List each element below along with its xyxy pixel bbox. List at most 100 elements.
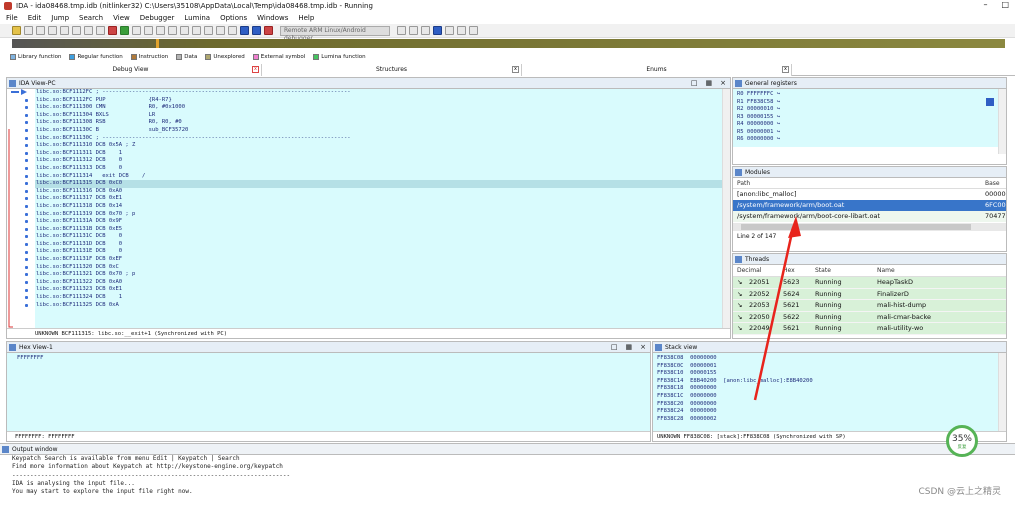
register-row[interactable]: R1 FF838C58 ↪ bbox=[737, 99, 998, 107]
menu-jump[interactable]: Jump bbox=[51, 14, 69, 22]
float-icon[interactable]: ▦ bbox=[706, 79, 713, 87]
disasm-line[interactable]: libc.so:BCF111300 CMN R0, #0x1000 bbox=[35, 104, 722, 112]
thread-row[interactable]: ↘ 22053 5621 Running mali-hist-dump bbox=[733, 300, 1006, 312]
module-row-selected[interactable]: /system/framework/arm/boot.oat 6FC00 bbox=[733, 200, 1006, 211]
disasm-line[interactable]: libc.so:BCF11131D DCB 0 bbox=[35, 241, 722, 249]
disasm-line[interactable]: libc.so:BCF11131E DCB 0 bbox=[35, 248, 722, 256]
breakpoint-dot-icon[interactable] bbox=[25, 281, 28, 284]
pause-icon[interactable] bbox=[252, 26, 261, 35]
register-row[interactable]: R0 FFFFFFFC ↪ bbox=[737, 91, 998, 99]
disasm-line[interactable]: libc.so:BCF111325 DCB 0xA bbox=[35, 302, 722, 310]
disasm-line[interactable]: libc.so:BCF1112FC PUP {R4-R7} bbox=[35, 97, 722, 105]
breakpoint-dot-icon[interactable] bbox=[25, 144, 28, 148]
disasm-line[interactable]: libc.so:BCF111320 DCB 0xC bbox=[35, 264, 722, 272]
hex-dump[interactable]: FFFFFFFF bbox=[7, 353, 650, 431]
module-row[interactable]: [anon:libc_malloc] 00000 bbox=[733, 189, 1006, 200]
forward-icon[interactable] bbox=[48, 26, 57, 35]
breakpoint-dot-icon[interactable] bbox=[25, 296, 28, 300]
disasm-line[interactable]: libc.so:BCF111323 DCB 0xE1 bbox=[35, 286, 722, 294]
breakpoint-dot-icon[interactable] bbox=[25, 303, 28, 307]
menu-windows[interactable]: Windows bbox=[257, 14, 288, 22]
menu-search[interactable]: Search bbox=[79, 14, 103, 22]
minimize-icon[interactable]: – bbox=[983, 0, 987, 9]
close-icon[interactable]: x bbox=[252, 66, 259, 73]
close-icon[interactable]: x bbox=[512, 66, 519, 73]
output-log[interactable]: Keypatch Search is available from menu E… bbox=[0, 455, 1015, 496]
menu-edit[interactable]: Edit bbox=[28, 14, 42, 22]
disasm-line[interactable]: libc.so:BCF1112FC ; --------------------… bbox=[35, 89, 722, 97]
breakpoint-dot-icon[interactable] bbox=[25, 258, 28, 262]
breakpoint-dot-icon[interactable] bbox=[25, 212, 28, 216]
register-row[interactable]: R5 00000001 ↪ bbox=[737, 129, 998, 137]
step-into-icon[interactable] bbox=[409, 26, 418, 35]
plugin-icon[interactable] bbox=[216, 26, 225, 35]
disasm-line[interactable]: libc.so:BCF111316 DCB 0xA0 bbox=[35, 188, 722, 196]
menu-view[interactable]: View bbox=[113, 14, 130, 22]
array-icon[interactable] bbox=[168, 26, 177, 35]
breakpoint-dot-icon[interactable] bbox=[25, 250, 28, 254]
breakpoint-dot-icon[interactable] bbox=[25, 136, 28, 140]
breakpoint-dot-icon[interactable] bbox=[25, 182, 28, 186]
disasm-line[interactable]: libc.so:BCF111313 DCB 0 bbox=[35, 165, 722, 173]
stack-listing[interactable]: FF838C08 00000000 FF838C0C 00000001 FF83… bbox=[653, 353, 998, 431]
restore-icon[interactable]: □ bbox=[691, 79, 698, 87]
restore-icon[interactable]: □ bbox=[1001, 0, 1009, 9]
disasm-line[interactable]: libc.so:BCF111322 DCB 0xA0 bbox=[35, 279, 722, 287]
breakpoint-dot-icon[interactable] bbox=[25, 129, 28, 132]
restore-icon[interactable]: □ bbox=[611, 343, 618, 351]
menu-help[interactable]: Help bbox=[298, 14, 314, 22]
code-icon[interactable] bbox=[132, 26, 141, 35]
breakpoint-dot-icon[interactable] bbox=[25, 227, 28, 231]
name-icon[interactable] bbox=[192, 26, 201, 35]
register-row[interactable]: R2 00000010 ↪ bbox=[737, 106, 998, 114]
breakpoint-dot-icon[interactable] bbox=[25, 151, 28, 155]
breakpoint-dot-icon[interactable] bbox=[25, 174, 28, 178]
close-icon[interactable]: × bbox=[720, 79, 726, 87]
breakpoint-dot-icon[interactable] bbox=[25, 167, 28, 170]
settings-icon[interactable] bbox=[228, 26, 237, 35]
disasm-line[interactable]: libc.so:BCF111308 RSB R0, R0, #0 bbox=[35, 119, 722, 127]
registers-scrollbar[interactable] bbox=[998, 89, 1006, 154]
scroll-thumb[interactable] bbox=[741, 224, 971, 230]
column-name[interactable]: Name bbox=[877, 265, 895, 276]
disasm-line[interactable]: libc.so:BCF111318 DCB 0x14 bbox=[35, 203, 722, 211]
modules-hscrollbar[interactable] bbox=[733, 223, 1006, 231]
back-icon[interactable] bbox=[36, 26, 45, 35]
save-icon[interactable] bbox=[24, 26, 33, 35]
jump-icon[interactable] bbox=[60, 26, 69, 35]
run-icon[interactable] bbox=[120, 26, 129, 35]
thread-row[interactable]: ↘ 22049 5621 Running mali-utility-wo bbox=[733, 323, 1006, 335]
breakpoint-dot-icon[interactable] bbox=[25, 288, 28, 292]
tab-enums[interactable]: Enums x bbox=[522, 64, 792, 76]
register-row[interactable]: R3 00000155 ↪ bbox=[737, 114, 998, 122]
undefine-icon[interactable] bbox=[180, 26, 189, 35]
disasm-line[interactable]: libc.so:BCF111310 DCB 0x5A ; Z bbox=[35, 142, 722, 150]
disasm-line[interactable]: libc.so:BCF11131A DCB 0x9F bbox=[35, 218, 722, 226]
column-hex[interactable]: Hex bbox=[783, 265, 815, 276]
disasm-line[interactable]: libc.so:BCF111304 BXLS LR bbox=[35, 112, 722, 120]
open-icon[interactable] bbox=[12, 26, 21, 35]
navigation-band[interactable] bbox=[12, 39, 1005, 48]
menu-lumina[interactable]: Lumina bbox=[184, 14, 210, 22]
step-over-icon[interactable] bbox=[421, 26, 430, 35]
disasm-line[interactable]: libc.so:BCF111315 DCB 0xC0 bbox=[35, 180, 722, 188]
close-icon[interactable]: × bbox=[640, 343, 646, 351]
close-icon[interactable]: x bbox=[782, 66, 789, 73]
breakpoint-dot-icon[interactable] bbox=[25, 98, 28, 102]
stop-icon[interactable] bbox=[264, 26, 273, 35]
flags-icon[interactable] bbox=[986, 98, 994, 106]
disasm-line[interactable]: libc.so:BCF111321 DCB 0x70 ; p bbox=[35, 271, 722, 279]
disasm-line[interactable]: libc.so:BCF111312 DCB 0 bbox=[35, 157, 722, 165]
tab-structures[interactable]: Structures x bbox=[262, 64, 522, 76]
breakpoint-dot-icon[interactable] bbox=[25, 205, 28, 208]
column-base[interactable]: Base bbox=[985, 178, 1000, 188]
disasm-line[interactable]: libc.so:BCF11131B DCB 0xE5 bbox=[35, 226, 722, 234]
breakpoint-dot-icon[interactable] bbox=[25, 265, 28, 269]
thread-row[interactable]: ↘ 22052 5624 Running FinalizerD bbox=[733, 288, 1006, 300]
register-row[interactable]: R6 00000000 ↪ bbox=[737, 136, 998, 144]
trace-icon[interactable] bbox=[469, 26, 478, 35]
menu-file[interactable]: File bbox=[6, 14, 18, 22]
disasm-line[interactable]: libc.so:BCF111319 DCB 0x70 ; p bbox=[35, 211, 722, 219]
disasm-line[interactable]: libc.so:BCF111311 DCB 1 bbox=[35, 150, 722, 158]
disassembly-listing[interactable]: libc.so:BCF1112FC ; --------------------… bbox=[35, 89, 722, 328]
